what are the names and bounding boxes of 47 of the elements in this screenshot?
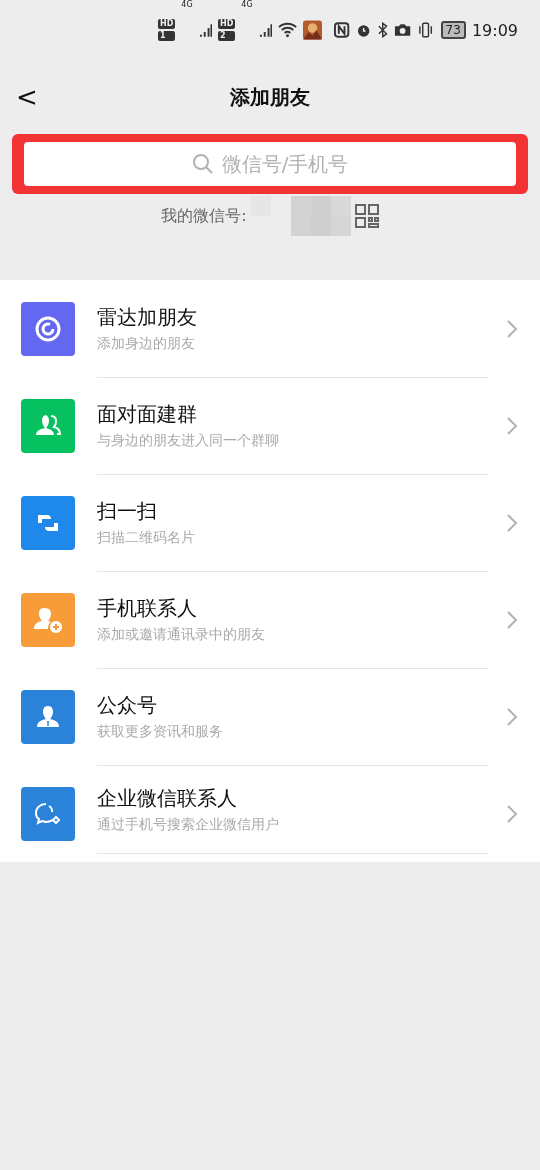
target-icon <box>34 314 62 343</box>
search-placeholder: 微信号/手机号 <box>221 150 349 178</box>
vibrate-icon <box>417 22 435 38</box>
network-type: 4G <box>181 0 193 10</box>
item-subtitle: 获取更多资讯和服务 <box>97 722 224 741</box>
menu-row[interactable]: 公众号 获取更多资讯和服务 <box>0 668 540 765</box>
page-title: 添加朋友 <box>229 83 311 111</box>
item-title: 扫一扫 <box>97 497 158 525</box>
menu-row[interactable]: 面对面建群 与身边的朋友进入同一个群聊 <box>0 377 540 474</box>
hd-badge: HD <box>218 19 236 29</box>
item-subtitle: 添加或邀请通讯录中的朋友 <box>97 625 266 644</box>
network-type: 4G <box>241 0 253 10</box>
chevron-icon <box>506 706 518 727</box>
item-title: 手机联系人 <box>97 594 198 622</box>
item-title: 雷达加朋友 <box>97 303 198 331</box>
chevron-icon <box>506 415 518 436</box>
alarm-icon <box>355 22 371 38</box>
chevron-icon <box>506 609 518 630</box>
menu-row[interactable]: 扫一扫 扫描二维码名片 <box>0 474 540 571</box>
wifi-icon <box>278 22 298 38</box>
chevron-icon <box>506 512 518 533</box>
camera-icon <box>394 23 412 37</box>
sim-slot-badge: 1 <box>158 31 176 41</box>
sim-slot-badge: 2 <box>218 31 236 41</box>
back-button[interactable]: < <box>0 82 60 112</box>
my-wechat-id-label: 我的微信号: <box>161 205 247 227</box>
signal-icon <box>258 23 273 37</box>
nfc-icon <box>334 22 350 38</box>
item-subtitle: 通过手机号搜索企业微信用户 <box>97 815 280 834</box>
item-subtitle: 添加身边的朋友 <box>97 334 196 353</box>
search-icon <box>191 153 214 175</box>
signal-icon <box>198 23 212 37</box>
menu-row[interactable]: 企业微信联系人 通过手机号搜索企业微信用户 <box>0 765 540 862</box>
status-time: 19:09 <box>471 20 518 40</box>
item-subtitle: 与身边的朋友进入同一个群聊 <box>97 431 280 450</box>
chevron-icon <box>506 803 518 824</box>
battery-level: 73 <box>440 21 466 39</box>
menu-row[interactable]: 手机联系人 添加或邀请通讯录中的朋友 <box>0 571 540 668</box>
chevron-icon <box>506 318 518 339</box>
hd-badge: HD <box>158 19 176 29</box>
item-title: 企业微信联系人 <box>97 784 238 812</box>
item-title: 面对面建群 <box>97 400 198 428</box>
item-subtitle: 扫描二维码名片 <box>97 528 196 547</box>
menu-row[interactable]: 雷达加朋友 添加身边的朋友 <box>0 280 540 377</box>
item-title: 公众号 <box>97 691 158 719</box>
bluetooth-icon <box>376 22 389 38</box>
qr-code-icon[interactable] <box>354 204 379 228</box>
